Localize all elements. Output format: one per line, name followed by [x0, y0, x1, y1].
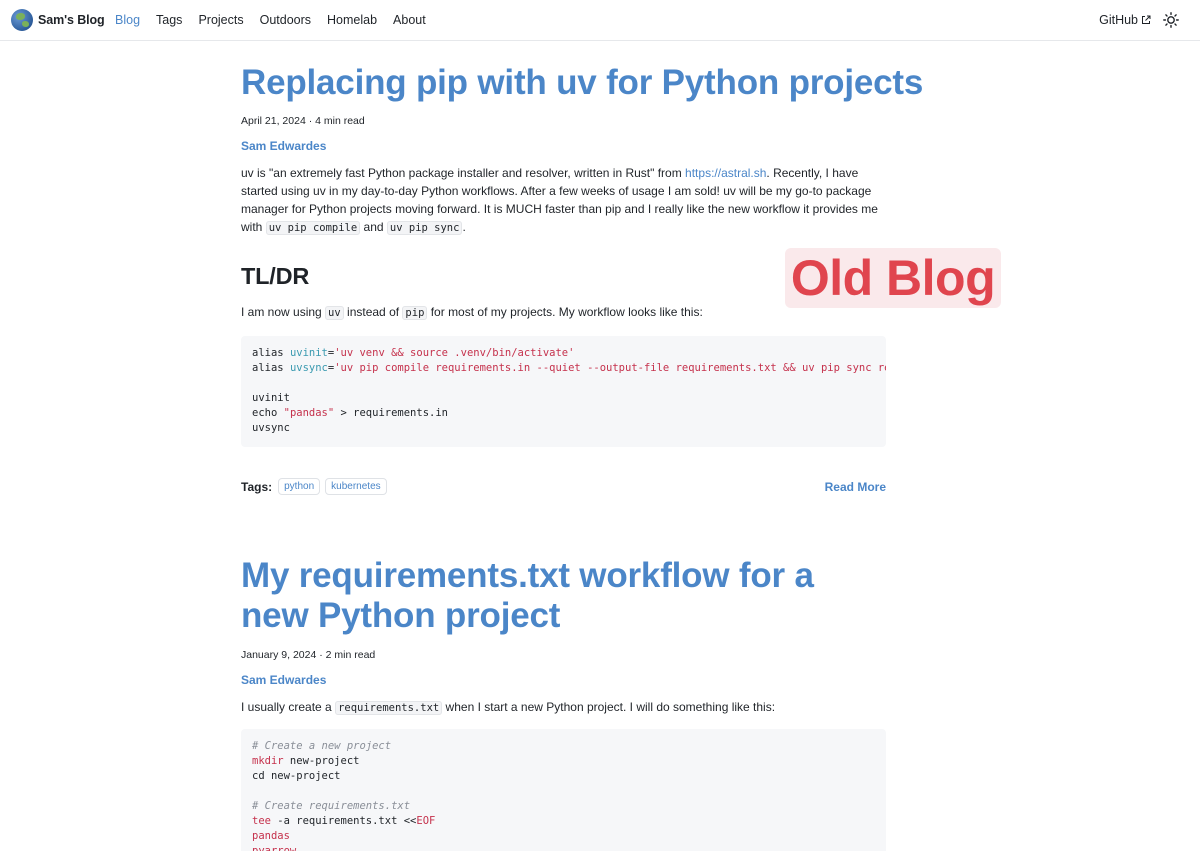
post-author-link[interactable]: Sam Edwardes [241, 673, 326, 687]
code-token: -a requirements.txt << [270, 815, 417, 827]
post-author-link[interactable]: Sam Edwardes [241, 139, 326, 153]
tldr-text: I am now using uv instead of pip for mos… [241, 303, 703, 322]
code-token: uvinit [252, 392, 290, 404]
brand-name: Sam's Blog [38, 13, 105, 27]
post-meta: January 9, 2024 · 2 min read [241, 649, 376, 661]
post-intro: uv is "an extremely fast Python package … [241, 164, 886, 237]
top-navbar: Sam's Blog Blog Tags Projects Outdoors H… [0, 0, 1200, 41]
main-nav: Blog Tags Projects Outdoors Homelab Abou… [115, 0, 442, 40]
tldr-text-2: instead of [343, 305, 403, 319]
code-comment: # Create a new project [252, 740, 392, 752]
code-token: uvsync [252, 422, 290, 434]
post-title-link[interactable]: Replacing pip with uv for Python project… [241, 63, 923, 103]
theme-toggle-button[interactable] [1163, 12, 1179, 28]
code-comment: # Create requirements.txt [252, 800, 411, 812]
inline-code: pip [402, 306, 428, 320]
post-meta: April 21, 2024 · 4 min read [241, 115, 365, 127]
code-token: uvinit [289, 347, 328, 359]
code-token: echo [252, 407, 278, 419]
sun-icon [1163, 12, 1179, 28]
code-token: pyarrow [252, 845, 297, 851]
post-list: Replacing pip with uv for Python project… [241, 41, 923, 851]
tag-kubernetes[interactable]: kubernetes [325, 478, 387, 495]
intro-text-3: and [360, 220, 387, 234]
brand-home-link[interactable]: Sam's Blog [11, 9, 105, 31]
post-intro: I usually create a requirements.txt when… [241, 698, 775, 717]
astral-link[interactable]: https://astral.sh [685, 166, 766, 180]
code-token: alias [252, 362, 284, 374]
tag-python[interactable]: python [278, 478, 321, 495]
nav-projects[interactable]: Projects [198, 13, 243, 27]
nav-about[interactable]: About [393, 13, 426, 27]
github-link-label: GitHub [1099, 13, 1138, 27]
tldr-text-3: for most of my projects. My workflow loo… [427, 305, 703, 319]
post-tags: Tags: python kubernetes [241, 478, 392, 495]
tldr-text-1: I am now using [241, 305, 326, 319]
nav-tags[interactable]: Tags [156, 13, 182, 27]
inline-code: uv pip sync [386, 221, 463, 235]
code-block[interactable]: # Create a new project mkdir new-project… [241, 729, 886, 851]
code-token: 'uv venv && source .venv/bin/activate' [334, 347, 575, 359]
code-token: mkdir [252, 755, 284, 767]
nav-outdoors[interactable]: Outdoors [260, 13, 311, 27]
post-card: My requirements.txt workflow for a new P… [241, 521, 886, 851]
inline-code: requirements.txt [335, 701, 443, 715]
code-token: new-project [283, 755, 360, 767]
code-token: alias [252, 347, 284, 359]
github-link[interactable]: GitHub [1099, 13, 1151, 27]
intro-text-2: when I start a new Python project. I wil… [442, 700, 776, 714]
nav-homelab[interactable]: Homelab [327, 13, 377, 27]
code-token: tee [252, 815, 271, 827]
code-block[interactable]: alias uvinit='uv venv && source .venv/bi… [241, 336, 886, 447]
intro-text-4: . [462, 220, 466, 234]
inline-code: uv pip compile [265, 221, 361, 235]
code-token: "pandas" [283, 407, 335, 419]
code-token: 'uv pip compile requirements.in --quiet … [334, 362, 886, 374]
read-more-link[interactable]: Read More [825, 480, 886, 494]
header-actions: GitHub [1099, 0, 1179, 40]
code-token: > requirements.in [334, 407, 448, 419]
globe-logo-icon [11, 9, 33, 31]
code-token: pandas [252, 830, 290, 842]
code-token: cd new-project [252, 770, 341, 782]
code-token: uvsync [289, 362, 328, 374]
post-card: Replacing pip with uv for Python project… [241, 41, 923, 521]
code-token: EOF [416, 815, 436, 827]
tags-label: Tags: [241, 479, 273, 494]
nav-blog[interactable]: Blog [115, 13, 140, 27]
intro-text-1: uv is "an extremely fast Python package … [241, 166, 686, 180]
post-title-link[interactable]: My requirements.txt workflow for a new P… [241, 556, 861, 636]
intro-text-1: I usually create a [241, 700, 336, 714]
inline-code: uv [325, 306, 344, 320]
external-link-icon [1142, 15, 1151, 24]
section-heading-tldr: TL/DR [241, 263, 310, 289]
